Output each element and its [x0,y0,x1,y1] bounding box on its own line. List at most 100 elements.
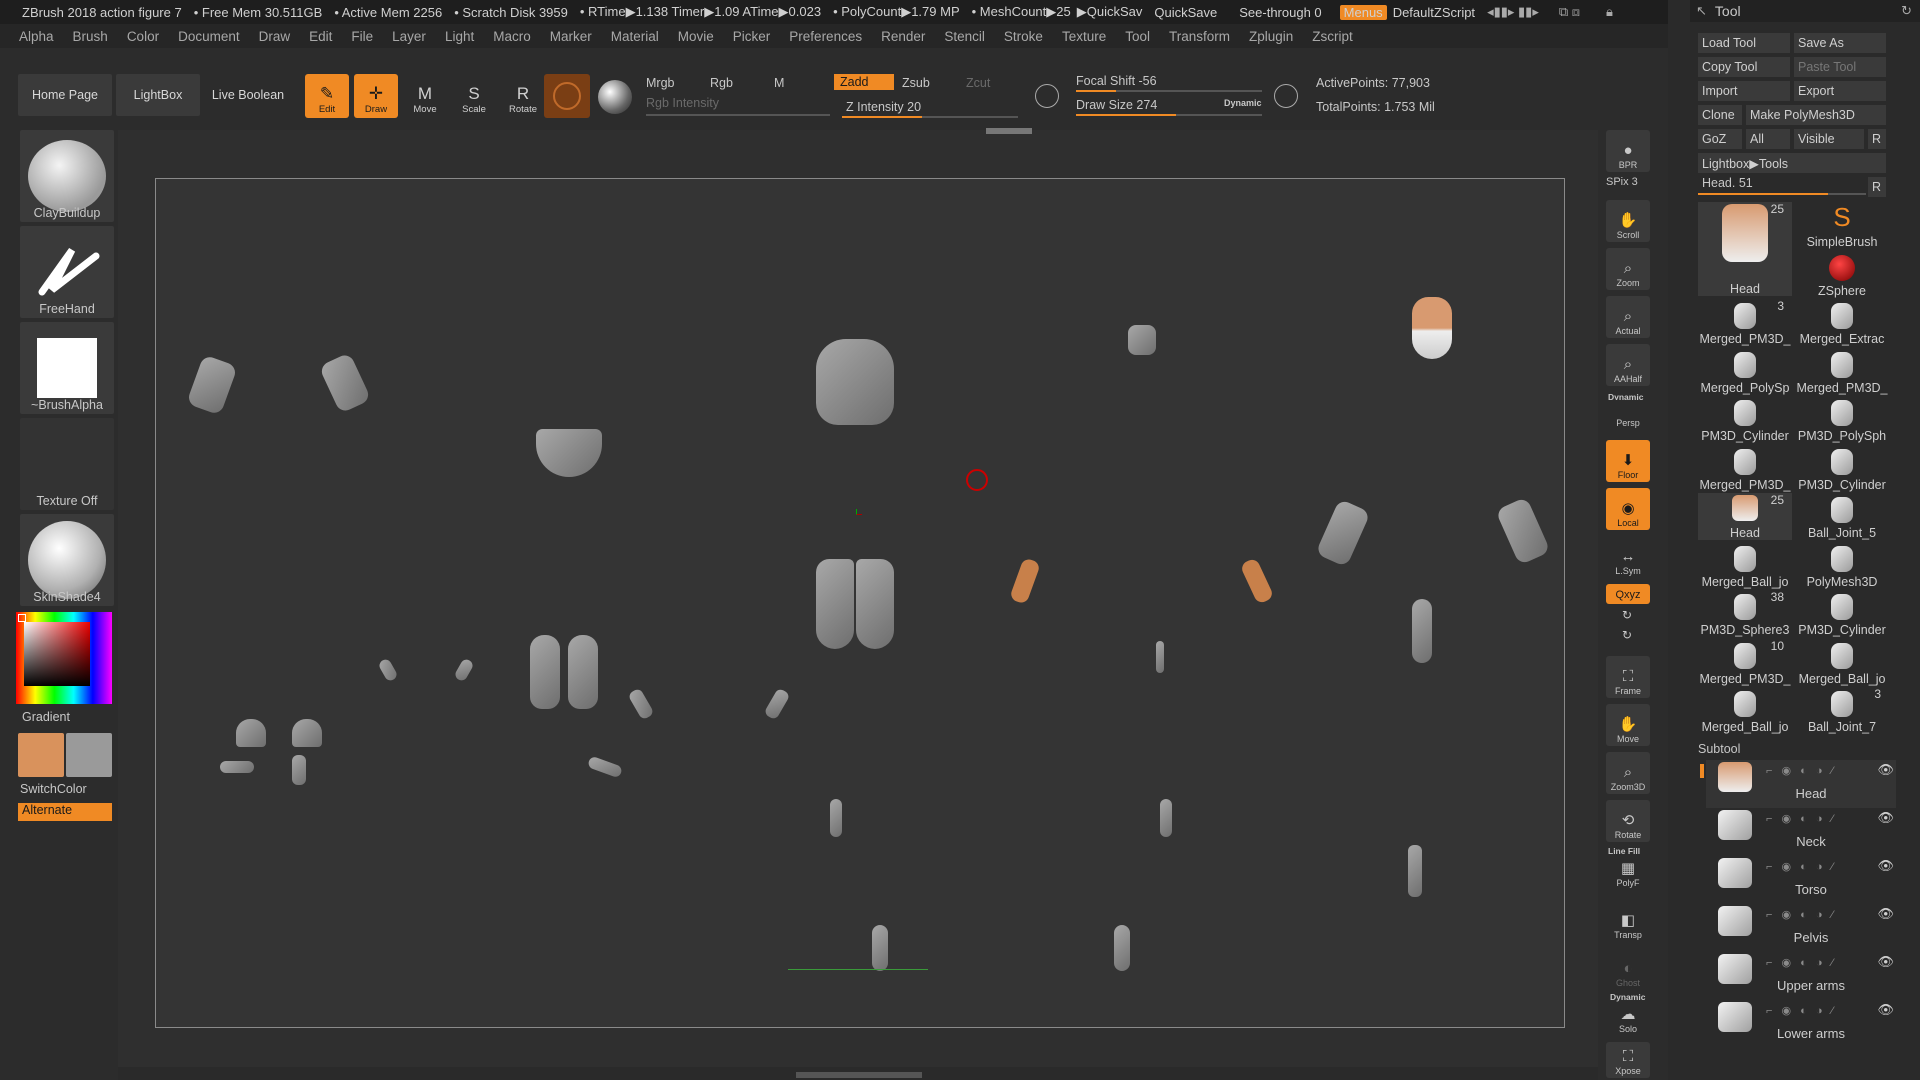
menu-transform[interactable]: Transform [1169,29,1230,44]
tool-item[interactable]: Merged_PolySp [1698,348,1792,395]
rgb-intensity-track[interactable] [646,114,830,116]
menu-picker[interactable]: Picker [733,29,771,44]
visibility-eye-icon[interactable]: 👁︎ [1877,810,1894,826]
z-intensity-slider[interactable]: Z Intensity 20 [846,100,921,114]
subtool-row[interactable]: ⌐ ◉ ◐ ◑ ⁄ 👁︎ Head [1706,760,1896,808]
default-zscript[interactable]: DefaultZScript [1393,5,1475,20]
menu-zplugin[interactable]: Zplugin [1249,29,1293,44]
alternate-button[interactable]: Alternate [18,803,112,821]
goz-r-button[interactable]: R [1868,129,1886,149]
menu-preferences[interactable]: Preferences [789,29,862,44]
menus-toggle[interactable]: Menus [1339,4,1387,20]
current-tool-slider[interactable]: Head. 51 [1702,176,1753,190]
zcut-button[interactable]: Zcut [966,76,990,90]
layout-arrows-icon[interactable]: ◂▮▮▸ ▮▮▸ [1487,4,1539,20]
menu-brush[interactable]: Brush [73,29,108,44]
tool-item[interactable]: ZSphere [1795,251,1889,298]
lightbox-tools-button[interactable]: Lightbox▶Tools [1698,153,1886,173]
make-polymesh-button[interactable]: Make PolyMesh3D [1746,105,1886,125]
persp-button[interactable]: Persp [1606,400,1650,430]
menu-alpha[interactable]: Alpha [19,29,54,44]
menu-stencil[interactable]: Stencil [944,29,985,44]
mrgb-button[interactable]: Mrgb [646,76,674,90]
xyz-button[interactable]: Qxyz [1606,584,1650,604]
zadd-button[interactable]: Zadd [834,74,894,90]
document-canvas[interactable] [155,178,1565,1028]
pin-icon[interactable]: ↖ [1696,3,1707,19]
save-as-button[interactable]: Save As [1794,33,1886,53]
aahalf-button[interactable]: ⌕ AAHalf [1606,344,1650,386]
visibility-eye-icon[interactable]: 👁︎ [1877,954,1894,970]
rgb-intensity-slider[interactable]: Rgb Intensity [646,96,719,110]
subtool-controls-icon[interactable]: ⌐ ◉ ◐ ◑ ⁄ [1766,956,1836,969]
menu-marker[interactable]: Marker [550,29,592,44]
tool-item[interactable]: Merged_PM3D_ [1698,445,1792,492]
dynamic-toggle[interactable]: Dynamic [1224,98,1262,108]
visibility-eye-icon[interactable]: 👁︎ [1877,858,1894,874]
clone-button[interactable]: Clone [1698,105,1742,125]
menu-tool[interactable]: Tool [1125,29,1150,44]
tool-item[interactable]: Merged_PM3D_ [1795,348,1889,395]
rotate-mode-button[interactable]: R Rotate [501,74,545,118]
color-picker-hue[interactable] [16,612,112,704]
tool-item[interactable]: PM3D_Cylinder [1795,445,1889,492]
menu-render[interactable]: Render [881,29,925,44]
rotate-view-button[interactable]: ⟲ Rotate [1606,800,1650,842]
subtool-row[interactable]: ⌐ ◉ ◐ ◑ ⁄ 👁︎ Lower arms [1706,1000,1896,1048]
menu-macro[interactable]: Macro [493,29,531,44]
subtool-controls-icon[interactable]: ⌐ ◉ ◐ ◑ ⁄ [1766,908,1836,921]
gradient-sphere-icon[interactable] [598,80,632,114]
menu-draw[interactable]: Draw [259,29,291,44]
menu-edit[interactable]: Edit [309,29,332,44]
draw-size-slider[interactable]: Draw Size 274 [1076,98,1157,112]
live-boolean-button[interactable]: Live Boolean [204,74,292,116]
menu-movie[interactable]: Movie [678,29,714,44]
goz-visible-button[interactable]: Visible [1794,129,1864,149]
local-button[interactable]: ◉ Local [1606,488,1650,530]
visibility-eye-icon[interactable]: 👁︎ [1877,906,1894,922]
focal-shift-slider[interactable]: Focal Shift -56 [1076,74,1157,88]
copy-tool-button[interactable]: Copy Tool [1698,57,1790,77]
tool-item[interactable]: Ball_Joint_5 [1795,493,1889,540]
subtool-title[interactable]: Subtool [1698,742,1740,756]
lightbox-button[interactable]: LightBox [116,74,200,116]
tool-item[interactable]: Merged_Extrac [1795,299,1889,346]
menu-material[interactable]: Material [611,29,659,44]
draw-mode-button[interactable]: ✛ Draw [354,74,398,118]
tool-item[interactable]: PM3D_PolySph [1795,396,1889,443]
zsub-button[interactable]: Zsub [902,76,930,90]
scale-mode-button[interactable]: S Scale [452,74,496,118]
export-button[interactable]: Export [1794,81,1886,101]
tool-item[interactable]: Merged_Ball_jo [1698,542,1792,589]
home-page-button[interactable]: Home Page [18,74,112,116]
scroll-button[interactable]: ✋ Scroll [1606,200,1650,242]
material-preview[interactable] [544,74,590,118]
menu-zscript[interactable]: Zscript [1312,29,1353,44]
zoom-button[interactable]: ⌕ Zoom [1606,248,1650,290]
menu-stroke[interactable]: Stroke [1004,29,1043,44]
quicksave-button[interactable]: QuickSave [1154,5,1217,20]
tool-item[interactable]: 38 PM3D_Sphere3 [1698,590,1792,637]
bpr-button[interactable]: ● BPR [1606,130,1650,172]
transp-button[interactable]: ◧ Transp [1606,900,1650,942]
subtool-controls-icon[interactable]: ⌐ ◉ ◐ ◑ ⁄ [1766,812,1836,825]
spix-slider[interactable]: SPix 3 [1606,176,1638,188]
subtool-row[interactable]: ⌐ ◉ ◐ ◑ ⁄ 👁︎ Torso [1706,856,1896,904]
tool-item[interactable]: S SimpleBrush [1795,202,1889,249]
polyf-button[interactable]: ▦ PolyF [1606,856,1650,890]
menu-file[interactable]: File [351,29,373,44]
subtool-row[interactable]: ⌐ ◉ ◐ ◑ ⁄ 👁︎ Upper arms [1706,952,1896,1000]
ghost-button[interactable]: ◐ Ghost [1606,948,1650,990]
actual-button[interactable]: ⌕ Actual [1606,296,1650,338]
solo-button[interactable]: ☁ Solo [1606,1002,1650,1036]
visibility-eye-icon[interactable]: 👁︎ [1877,1002,1894,1018]
rotate-z-icon[interactable]: ↻ [1622,628,1632,642]
subtool-controls-icon[interactable]: ⌐ ◉ ◐ ◑ ⁄ [1766,860,1836,873]
see-through-slider[interactable]: See-through 0 [1239,5,1321,20]
zoom3d-button[interactable]: ⌕ Zoom3D [1606,752,1650,794]
color-picker-marker[interactable] [18,614,26,622]
edit-mode-button[interactable]: ✎ Edit [305,74,349,118]
paste-tool-button[interactable]: Paste Tool [1794,57,1886,77]
subtool-row[interactable]: ⌐ ◉ ◐ ◑ ⁄ 👁︎ Pelvis [1706,904,1896,952]
dynamesh-d-icon[interactable] [1274,84,1298,108]
